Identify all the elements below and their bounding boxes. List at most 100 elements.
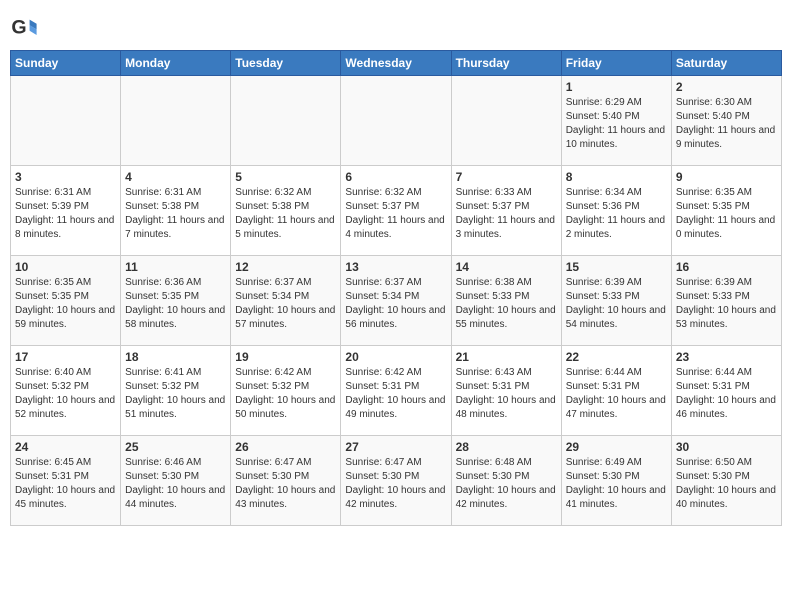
day-info: Sunrise: 6:47 AMSunset: 5:30 PMDaylight:… — [345, 456, 446, 512]
calendar-cell: 21 Sunrise: 6:43 AMSunset: 5:31 PMDayligh… — [451, 346, 561, 436]
day-info: Sunrise: 6:45 AMSunset: 5:31 PMDaylight:… — [15, 456, 116, 512]
calendar-cell: 30 Sunrise: 6:50 AMSunset: 5:30 PMDayligh… — [671, 436, 781, 526]
day-info: Sunrise: 6:33 AMSunset: 5:37 PMDaylight:… — [456, 186, 557, 242]
calendar-cell: 10 Sunrise: 6:35 AMSunset: 5:35 PMDayligh… — [11, 256, 121, 346]
day-number: 2 — [676, 80, 777, 94]
calendar-cell: 3 Sunrise: 6:31 AMSunset: 5:39 PMDaylight… — [11, 166, 121, 256]
calendar-cell — [121, 76, 231, 166]
day-number: 12 — [235, 260, 336, 274]
calendar-cell: 17 Sunrise: 6:40 AMSunset: 5:32 PMDayligh… — [11, 346, 121, 436]
day-number: 24 — [15, 440, 116, 454]
day-number: 13 — [345, 260, 446, 274]
logo: G — [10, 14, 40, 42]
day-number: 15 — [566, 260, 667, 274]
day-info: Sunrise: 6:34 AMSunset: 5:36 PMDaylight:… — [566, 186, 667, 242]
day-number: 14 — [456, 260, 557, 274]
day-info: Sunrise: 6:35 AMSunset: 5:35 PMDaylight:… — [676, 186, 777, 242]
day-number: 17 — [15, 350, 116, 364]
day-info: Sunrise: 6:32 AMSunset: 5:37 PMDaylight:… — [345, 186, 446, 242]
calendar-body: 1 Sunrise: 6:29 AMSunset: 5:40 PMDaylight… — [11, 76, 782, 526]
day-info: Sunrise: 6:44 AMSunset: 5:31 PMDaylight:… — [566, 366, 667, 422]
calendar-cell: 12Sunrise: 6:37 AMSunset: 5:34 PMDayligh… — [231, 256, 341, 346]
day-info: Sunrise: 6:36 AMSunset: 5:35 PMDaylight:… — [125, 276, 226, 332]
calendar-cell: 29Sunrise: 6:49 AMSunset: 5:30 PMDayligh… — [561, 436, 671, 526]
calendar-cell: 11 Sunrise: 6:36 AMSunset: 5:35 PMDayligh… — [121, 256, 231, 346]
calendar-header: SundayMondayTuesdayWednesdayThursdayFrid… — [11, 51, 782, 76]
day-info: Sunrise: 6:47 AMSunset: 5:30 PMDaylight:… — [235, 456, 336, 512]
day-number: 10 — [15, 260, 116, 274]
day-info: Sunrise: 6:32 AMSunset: 5:38 PMDaylight:… — [235, 186, 336, 242]
week-row-4: 24 Sunrise: 6:45 AMSunset: 5:31 PMDayligh… — [11, 436, 782, 526]
day-info: Sunrise: 6:42 AMSunset: 5:31 PMDaylight:… — [345, 366, 446, 422]
calendar-cell: 1 Sunrise: 6:29 AMSunset: 5:40 PMDaylight… — [561, 76, 671, 166]
day-number: 28 — [456, 440, 557, 454]
day-info: Sunrise: 6:44 AMSunset: 5:31 PMDaylight:… — [676, 366, 777, 422]
week-row-3: 17 Sunrise: 6:40 AMSunset: 5:32 PMDayligh… — [11, 346, 782, 436]
day-info: Sunrise: 6:41 AMSunset: 5:32 PMDaylight:… — [125, 366, 226, 422]
header-cell-sunday: Sunday — [11, 51, 121, 76]
calendar-cell: 20 Sunrise: 6:42 AMSunset: 5:31 PMDayligh… — [341, 346, 451, 436]
calendar-cell: 24 Sunrise: 6:45 AMSunset: 5:31 PMDayligh… — [11, 436, 121, 526]
day-number: 8 — [566, 170, 667, 184]
day-number: 27 — [345, 440, 446, 454]
logo-icon: G — [10, 14, 38, 42]
day-number: 30 — [676, 440, 777, 454]
day-info: Sunrise: 6:42 AMSunset: 5:32 PMDaylight:… — [235, 366, 336, 422]
day-number: 11 — [125, 260, 226, 274]
day-number: 5 — [235, 170, 336, 184]
calendar-cell: 18 Sunrise: 6:41 AMSunset: 5:32 PMDayligh… — [121, 346, 231, 436]
day-info: Sunrise: 6:30 AMSunset: 5:40 PMDaylight:… — [676, 96, 777, 152]
calendar-cell: 9 Sunrise: 6:35 AMSunset: 5:35 PMDaylight… — [671, 166, 781, 256]
header-row: SundayMondayTuesdayWednesdayThursdayFrid… — [11, 51, 782, 76]
day-info: Sunrise: 6:46 AMSunset: 5:30 PMDaylight:… — [125, 456, 226, 512]
day-number: 6 — [345, 170, 446, 184]
calendar-cell: 13Sunrise: 6:37 AMSunset: 5:34 PMDayligh… — [341, 256, 451, 346]
header-cell-wednesday: Wednesday — [341, 51, 451, 76]
day-info: Sunrise: 6:38 AMSunset: 5:33 PMDaylight:… — [456, 276, 557, 332]
calendar-cell: 4Sunrise: 6:31 AMSunset: 5:38 PMDaylight… — [121, 166, 231, 256]
header-cell-tuesday: Tuesday — [231, 51, 341, 76]
calendar-cell: 27 Sunrise: 6:47 AMSunset: 5:30 PMDayligh… — [341, 436, 451, 526]
calendar-cell: 25 Sunrise: 6:46 AMSunset: 5:30 PMDayligh… — [121, 436, 231, 526]
day-number: 20 — [345, 350, 446, 364]
calendar-cell: 16 Sunrise: 6:39 AMSunset: 5:33 PMDayligh… — [671, 256, 781, 346]
day-number: 1 — [566, 80, 667, 94]
day-info: Sunrise: 6:50 AMSunset: 5:30 PMDaylight:… — [676, 456, 777, 512]
day-number: 4 — [125, 170, 226, 184]
calendar-cell — [11, 76, 121, 166]
day-number: 3 — [15, 170, 116, 184]
calendar: SundayMondayTuesdayWednesdayThursdayFrid… — [10, 50, 782, 526]
calendar-cell: 15 Sunrise: 6:39 AMSunset: 5:33 PMDayligh… — [561, 256, 671, 346]
calendar-cell: 22Sunrise: 6:44 AMSunset: 5:31 PMDayligh… — [561, 346, 671, 436]
calendar-cell: 6 Sunrise: 6:32 AMSunset: 5:37 PMDaylight… — [341, 166, 451, 256]
day-info: Sunrise: 6:31 AMSunset: 5:39 PMDaylight:… — [15, 186, 116, 242]
calendar-cell: 5 Sunrise: 6:32 AMSunset: 5:38 PMDaylight… — [231, 166, 341, 256]
header: G — [10, 10, 782, 42]
calendar-cell: 14 Sunrise: 6:38 AMSunset: 5:33 PMDayligh… — [451, 256, 561, 346]
day-number: 18 — [125, 350, 226, 364]
svg-text:G: G — [11, 17, 26, 39]
day-number: 26 — [235, 440, 336, 454]
day-number: 9 — [676, 170, 777, 184]
day-info: Sunrise: 6:39 AMSunset: 5:33 PMDaylight:… — [676, 276, 777, 332]
day-number: 25 — [125, 440, 226, 454]
week-row-1: 3 Sunrise: 6:31 AMSunset: 5:39 PMDaylight… — [11, 166, 782, 256]
day-info: Sunrise: 6:40 AMSunset: 5:32 PMDaylight:… — [15, 366, 116, 422]
calendar-cell: 26 Sunrise: 6:47 AMSunset: 5:30 PMDayligh… — [231, 436, 341, 526]
calendar-cell: 7 Sunrise: 6:33 AMSunset: 5:37 PMDaylight… — [451, 166, 561, 256]
day-info: Sunrise: 6:39 AMSunset: 5:33 PMDaylight:… — [566, 276, 667, 332]
calendar-cell: 23 Sunrise: 6:44 AMSunset: 5:31 PMDayligh… — [671, 346, 781, 436]
day-info: Sunrise: 6:43 AMSunset: 5:31 PMDaylight:… — [456, 366, 557, 422]
calendar-cell — [341, 76, 451, 166]
calendar-cell: 8 Sunrise: 6:34 AMSunset: 5:36 PMDaylight… — [561, 166, 671, 256]
day-number: 21 — [456, 350, 557, 364]
day-info: Sunrise: 6:29 AMSunset: 5:40 PMDaylight:… — [566, 96, 667, 152]
header-cell-monday: Monday — [121, 51, 231, 76]
day-number: 7 — [456, 170, 557, 184]
day-number: 23 — [676, 350, 777, 364]
day-info: Sunrise: 6:48 AMSunset: 5:30 PMDaylight:… — [456, 456, 557, 512]
day-number: 16 — [676, 260, 777, 274]
day-info: Sunrise: 6:49 AMSunset: 5:30 PMDaylight:… — [566, 456, 667, 512]
day-info: Sunrise: 6:35 AMSunset: 5:35 PMDaylight:… — [15, 276, 116, 332]
header-cell-thursday: Thursday — [451, 51, 561, 76]
